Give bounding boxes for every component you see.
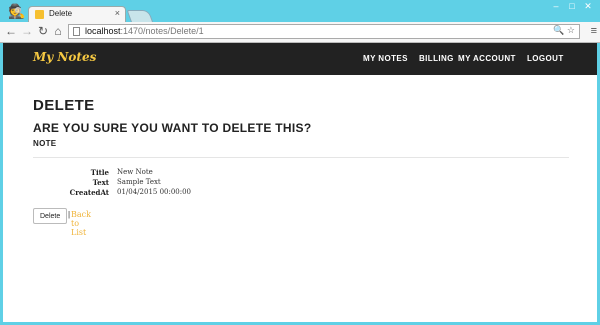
- close-window-button[interactable]: ✕: [580, 1, 596, 12]
- brand-logo[interactable]: My Notes: [33, 50, 96, 64]
- minimize-button[interactable]: –: [548, 1, 564, 11]
- nav-logout[interactable]: LOGOUT: [527, 54, 564, 63]
- back-arrow-icon[interactable]: ←: [4, 24, 18, 38]
- divider: [33, 157, 569, 158]
- reload-icon[interactable]: ↻: [36, 24, 50, 38]
- maximize-button[interactable]: □: [564, 1, 580, 11]
- nav-my-notes[interactable]: MY NOTES: [363, 54, 408, 63]
- menu-icon[interactable]: ≡: [591, 25, 597, 37]
- back-to-list-link[interactable]: Back to List: [71, 210, 91, 237]
- star-icon[interactable]: ☆: [567, 25, 575, 35]
- page-viewport: My Notes MY NOTES BILLING MY ACCOUNT LOG…: [3, 43, 597, 322]
- url-text: localhost:1470/notes/Delete/1: [85, 26, 204, 36]
- title-bar: 🕵 Delete × – □ ✕: [0, 0, 600, 23]
- url-path: :1470/notes/Delete/1: [120, 26, 204, 36]
- forward-arrow-icon[interactable]: →: [20, 24, 34, 38]
- confirm-question: ARE YOU SURE YOU WANT TO DELETE THIS?: [33, 121, 312, 135]
- omnibox-icons: 🔍 ☆: [553, 25, 575, 36]
- detail-value-title: New Note: [117, 168, 153, 176]
- separator: |: [68, 210, 71, 219]
- page-title: DELETE: [33, 97, 95, 114]
- detail-label-createdat: CreatedAt: [69, 188, 109, 197]
- search-icon[interactable]: 🔍: [553, 25, 564, 35]
- detail-label-title: Title: [90, 168, 109, 177]
- home-icon[interactable]: ⌂: [51, 24, 65, 38]
- address-bar[interactable]: localhost:1470/notes/Delete/1 🔍 ☆: [68, 24, 580, 39]
- window-controls: – □ ✕: [548, 1, 596, 12]
- favicon-icon: [35, 10, 44, 19]
- detail-label-text: Text: [92, 178, 109, 187]
- browser-tab[interactable]: Delete ×: [28, 6, 126, 23]
- page-icon: [73, 27, 80, 36]
- url-host: localhost: [85, 26, 121, 36]
- browser-toolbar: ← → ↻ ⌂ localhost:1470/notes/Delete/1 🔍 …: [0, 22, 600, 43]
- nav-billing[interactable]: BILLING: [419, 54, 454, 63]
- browser-window: 🕵 Delete × – □ ✕ ← → ↻ ⌂ localhost:1470/no…: [0, 0, 600, 325]
- tab-title: Delete: [49, 9, 73, 18]
- delete-button[interactable]: Delete: [33, 208, 67, 224]
- entity-name: NOTE: [33, 139, 57, 148]
- detail-value-createdat: 01/04/2015 00:00:00: [117, 188, 192, 196]
- site-navbar: My Notes MY NOTES BILLING MY ACCOUNT LOG…: [3, 43, 597, 75]
- nav-my-account[interactable]: MY ACCOUNT: [458, 54, 516, 63]
- incognito-icon: 🕵: [8, 3, 26, 19]
- tab-close-icon[interactable]: ×: [115, 8, 120, 18]
- detail-value-text: Sample Text: [117, 178, 161, 186]
